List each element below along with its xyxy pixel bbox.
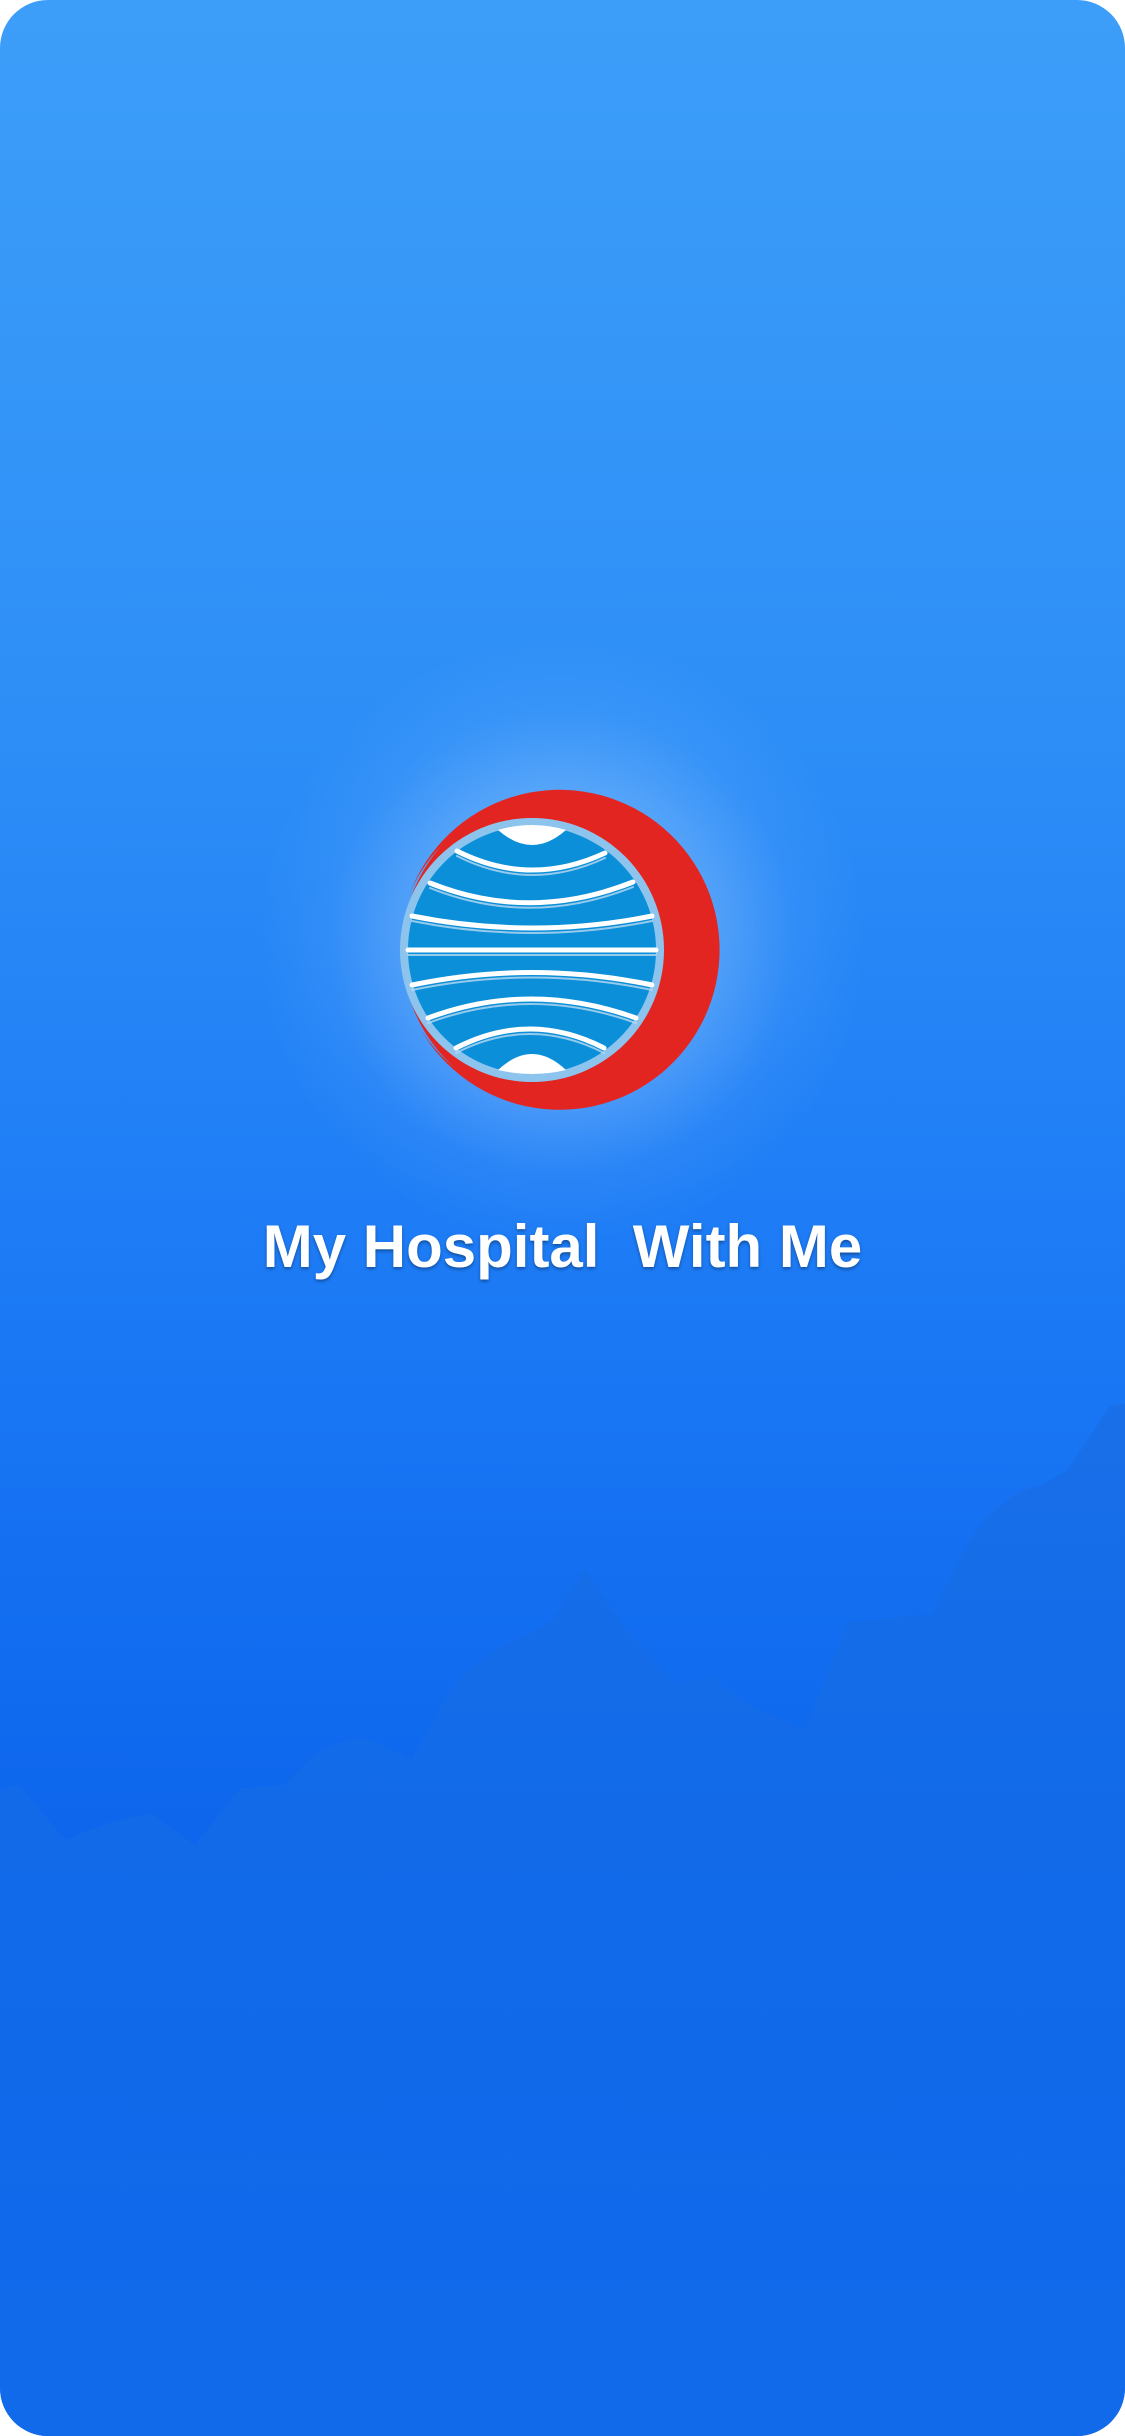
app-title: My Hospital With Me (262, 1213, 863, 1280)
globe-crescent-logo-icon (400, 788, 720, 1112)
mountain-silhouette (0, 1390, 1125, 2436)
splash-screen: My Hospital With Me (0, 0, 1125, 2436)
hospital-logo (400, 788, 720, 1112)
